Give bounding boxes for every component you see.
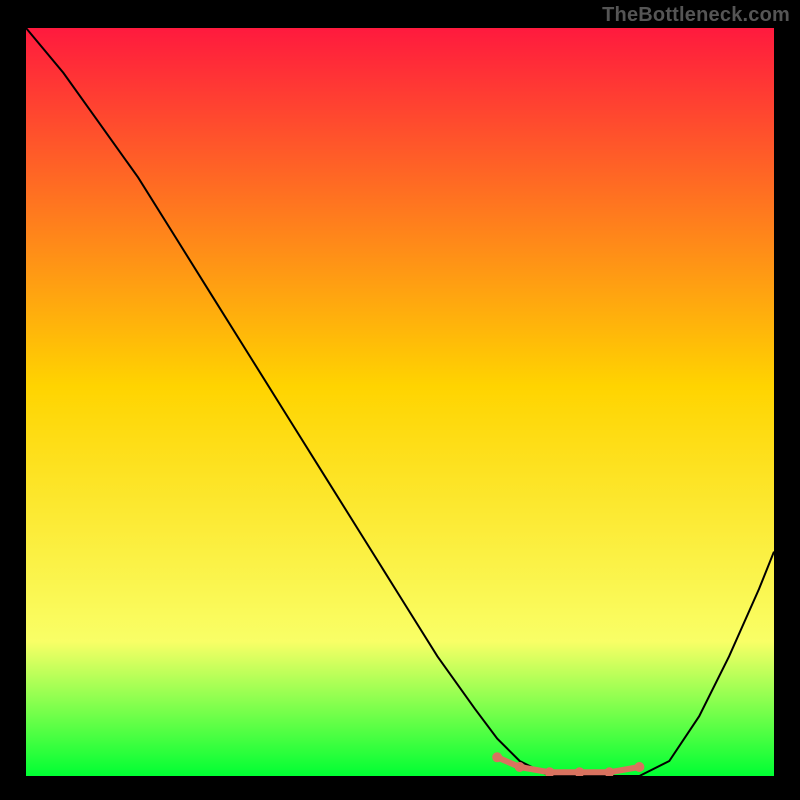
marker-dot (515, 762, 525, 772)
chart-canvas (26, 28, 774, 776)
bottleneck-chart (26, 28, 774, 776)
marker-dot (492, 752, 502, 762)
watermark-text: TheBottleneck.com (602, 4, 790, 27)
gradient-background (26, 28, 774, 776)
marker-dot (634, 762, 644, 772)
